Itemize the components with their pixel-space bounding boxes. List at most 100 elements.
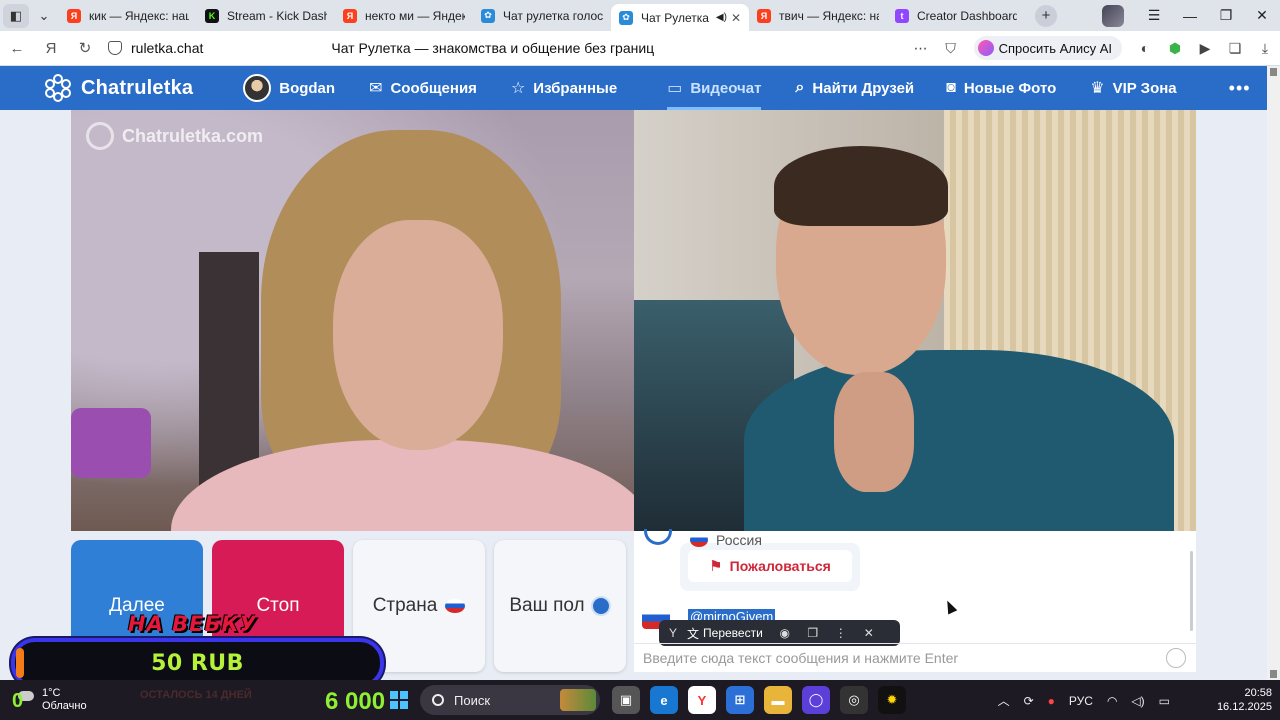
chat-scrollbar[interactable] bbox=[1190, 551, 1193, 631]
alice-app-icon[interactable]: ◯ bbox=[802, 686, 830, 714]
clock-time: 20:58 bbox=[1244, 687, 1272, 699]
chevron-up-icon[interactable]: ︿ bbox=[998, 692, 1010, 709]
partner-country: Россия bbox=[690, 532, 762, 548]
battery-icon[interactable]: ▭ bbox=[1159, 694, 1170, 708]
country-label: Страна bbox=[372, 595, 438, 616]
nav-label: Найти Друзей bbox=[812, 79, 915, 97]
chat-panel: Россия ⚑ Пожаловаться @mirnoGivem Y 文 Пе… bbox=[634, 529, 1196, 672]
edge-icon[interactable]: e bbox=[650, 686, 678, 714]
task-view-icon[interactable]: ▣ bbox=[612, 686, 640, 714]
more-menu-icon[interactable]: ••• bbox=[1229, 78, 1251, 99]
language-indicator[interactable]: РУС bbox=[1069, 694, 1093, 708]
profile-icon[interactable] bbox=[1102, 4, 1124, 27]
nav-vip-zone[interactable]: ♛ VIP Зона bbox=[1090, 66, 1176, 110]
browser-tab[interactable]: ✿ Чат рулетка голосо bbox=[473, 2, 611, 29]
close-window-icon[interactable]: ✕ bbox=[1244, 7, 1280, 24]
windows-start-icon[interactable] bbox=[390, 691, 408, 709]
file-explorer-icon[interactable]: ▬ bbox=[764, 686, 792, 714]
video-person bbox=[744, 350, 1174, 531]
back-icon[interactable]: ← bbox=[0, 40, 34, 57]
wifi-icon[interactable]: ◠ bbox=[1107, 694, 1117, 708]
browser-tab[interactable]: t Creator Dashboard bbox=[887, 2, 1025, 29]
sync-icon[interactable]: ⟳ bbox=[1024, 694, 1034, 708]
page-title: Чат Рулетка — знакомства и общение без г… bbox=[331, 40, 655, 56]
nav-messages[interactable]: ✉ Сообщения bbox=[369, 66, 477, 110]
menu-icon[interactable]: ☰ bbox=[1136, 7, 1172, 24]
copy-icon[interactable]: ❐ bbox=[799, 626, 827, 640]
reload-icon[interactable]: ↻ bbox=[68, 39, 102, 57]
search-highlight-icon bbox=[560, 689, 596, 711]
scroll-down-icon[interactable] bbox=[1270, 670, 1277, 678]
promo-accent bbox=[16, 648, 24, 678]
taskbar-search[interactable]: Поиск bbox=[420, 685, 600, 715]
site-header: Chatruletka Bogdan ✉ Сообщения ☆ Избранн… bbox=[0, 66, 1267, 110]
obs-icon[interactable]: ◎ bbox=[840, 686, 868, 714]
tab-title: некто ми — Яндекс bbox=[365, 8, 465, 23]
nav-find-friends[interactable]: ⌕ Найти Друзей bbox=[795, 66, 914, 110]
video-background bbox=[71, 408, 151, 478]
tab-list-chevron-icon[interactable]: ⌄ bbox=[29, 1, 59, 31]
partner-video: Chatruletka.com bbox=[71, 110, 634, 531]
report-button[interactable]: ⚑ Пожаловаться bbox=[688, 550, 852, 582]
avatar bbox=[243, 74, 272, 102]
chat-message-input[interactable]: Введите сюда текст сообщения и нажмите E… bbox=[634, 643, 1196, 672]
volume-icon[interactable]: ◁) bbox=[1131, 694, 1144, 708]
browser-tab[interactable]: Я твич — Яндекс: наш bbox=[749, 2, 887, 29]
yandex-icon: Я bbox=[343, 8, 357, 23]
nav-videochat[interactable]: ▭ Видеочат bbox=[667, 66, 762, 110]
close-tab-icon[interactable]: ✕ bbox=[727, 11, 741, 25]
scroll-up-icon[interactable] bbox=[1270, 68, 1277, 76]
store-icon[interactable]: ⊞ bbox=[726, 686, 754, 714]
sparkle-app-icon[interactable]: ✹ bbox=[878, 686, 906, 714]
tab-audio-icon[interactable]: ◧ bbox=[3, 3, 29, 28]
alice-icon[interactable]: ◉ bbox=[771, 626, 799, 640]
watermark-text: Chatruletka.com bbox=[122, 125, 264, 146]
shield-icon bbox=[108, 41, 122, 55]
tab-title: Stream - Kick Dashb bbox=[227, 8, 327, 23]
nav-label: Избранные bbox=[533, 79, 618, 97]
protect-shield-icon[interactable]: ⬢ bbox=[1160, 40, 1190, 57]
download-icon[interactable]: ⤓ bbox=[1250, 40, 1280, 57]
restore-icon[interactable]: ❐ bbox=[1208, 7, 1244, 24]
promo-title: НА ВЕБКУ bbox=[128, 612, 257, 636]
collections-icon[interactable]: ❏ bbox=[1220, 40, 1250, 57]
new-tab-button[interactable]: + bbox=[1035, 4, 1057, 27]
browser-tab[interactable]: Я кик — Яндекс: наш bbox=[59, 2, 197, 29]
emoji-icon[interactable] bbox=[1166, 648, 1186, 668]
weather-text: Облачно bbox=[42, 700, 87, 712]
more-vertical-icon[interactable]: ⋮ bbox=[827, 626, 855, 640]
nav-favorites[interactable]: ☆ Избранные bbox=[511, 66, 617, 110]
yandex-browser-icon[interactable]: Y bbox=[688, 686, 716, 714]
browser-tab-active[interactable]: ✿ Чат Рулетка – ◀) ✕ bbox=[611, 4, 749, 31]
url-field[interactable]: ruletka.chat bbox=[108, 35, 203, 61]
search-icon: ⌕ bbox=[795, 79, 805, 96]
browser-tab[interactable]: K Stream - Kick Dashb bbox=[197, 2, 335, 29]
page-scrollbar[interactable] bbox=[1267, 66, 1280, 680]
browser-tab[interactable]: Я некто ми — Яндекс bbox=[335, 2, 473, 29]
speaker-icon[interactable]: ◀) bbox=[716, 12, 727, 23]
gender-selector[interactable]: Ваш пол bbox=[494, 540, 626, 672]
address-bar: ← Я ↻ ruletka.chat Чат Рулетка — знакомс… bbox=[0, 31, 1280, 66]
user-profile-link[interactable]: Bogdan bbox=[243, 66, 335, 110]
minimize-icon[interactable]: — bbox=[1172, 8, 1208, 24]
gamepad-icon[interactable]: ◐ bbox=[1130, 40, 1160, 56]
video-person bbox=[333, 220, 503, 450]
nav-new-photos[interactable]: ◙ Новые Фото bbox=[946, 66, 1056, 110]
stop-label: Стоп bbox=[256, 595, 300, 616]
yandex-browser-icon: Y bbox=[668, 626, 677, 640]
video-camera-icon: ▭ bbox=[667, 80, 683, 97]
more-options-icon[interactable]: ⋯ bbox=[906, 40, 936, 57]
nav-label: Новые Фото bbox=[963, 79, 1057, 97]
ask-alice-button[interactable]: Спросить Алису AI bbox=[973, 36, 1122, 60]
bookmark-icon[interactable]: ⛉ bbox=[936, 40, 966, 57]
taskbar-clock[interactable]: 20:58 16.12.2025 bbox=[1217, 686, 1272, 714]
site-logo[interactable]: Chatruletka bbox=[44, 74, 193, 102]
media-icon[interactable]: ▶ bbox=[1190, 40, 1220, 57]
yandex-icon: Я bbox=[67, 8, 81, 23]
translate-button[interactable]: 文 Перевести bbox=[687, 625, 763, 642]
close-icon[interactable]: ✕ bbox=[855, 626, 883, 640]
microphone-icon[interactable]: ● bbox=[1048, 694, 1055, 708]
weather-widget[interactable]: 1°C Облачно bbox=[18, 687, 87, 713]
yandex-home-icon[interactable]: Я bbox=[34, 40, 68, 57]
site-watermark: Chatruletka.com bbox=[86, 122, 263, 150]
